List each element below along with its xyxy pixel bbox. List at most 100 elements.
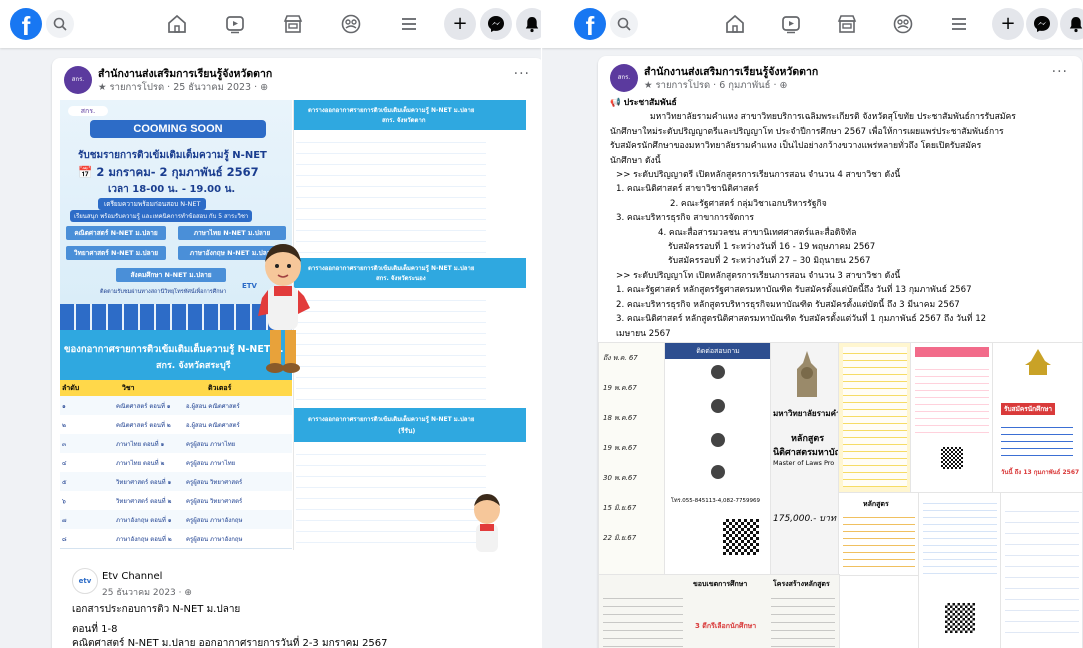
- post-line: 4. คณะสื่อสารมวลชน สาขานิเทศศาสตร์และสื่…: [658, 227, 857, 238]
- table-row: ๓ ภาษาไทย ตอนที่ ๑ ครูผู้สอน ภาษาไทย: [60, 434, 292, 454]
- shared-post-line-3: คณิตศาสตร์ N-NET ม.ปลาย ออกอากาศรายการวั…: [72, 638, 388, 648]
- schedule-grid: [843, 347, 907, 487]
- brochure-3-eng: Master of Laws Pro: [773, 459, 835, 467]
- post-line: 2. คณะบริหารธุรกิจ หลักสูตรบริหารธุรกิจม…: [616, 299, 960, 310]
- table-cell: ๘: [62, 536, 67, 543]
- shared-page-avatar[interactable]: etv: [72, 568, 98, 594]
- brochure-image-7[interactable]: หลักสูตร: [838, 492, 920, 576]
- table-cell: ครูผู้สอน ภาษาไทย: [186, 441, 236, 448]
- brochure-image-3[interactable]: มหาวิทยาลัยรามคำแหง หลักสูตร นิติศาสตรมห…: [770, 342, 840, 576]
- post-line: 2. คณะรัฐศาสตร์ กลุ่มวิชาเอกบริหารรัฐกิจ: [670, 198, 827, 209]
- brochure-image-6[interactable]: รับสมัครนักศึกษา วันนี้ ถึง 13 กุมภาพันธ…: [992, 342, 1082, 494]
- facebook-logo-icon[interactable]: f: [574, 8, 606, 40]
- brochure-4-title: หลักสูตร: [863, 500, 889, 508]
- table-cell: ครูผู้สอน วิทยาศาสตร์: [186, 479, 243, 486]
- brochure-image-2[interactable]: ติดต่อสอบถาม โทร.055-845113-4,082-775996…: [664, 342, 772, 576]
- table-row: ๔ ภาษาไทย ตอนที่ ๒ ครูผู้สอน ภาษาไทย: [60, 453, 292, 473]
- table-cell: ๒: [62, 422, 66, 429]
- post-line: รับสมัครรอบที่ 2 ระหว่างวันที่ 27 – 30 ม…: [668, 256, 871, 267]
- video-icon[interactable]: [780, 13, 802, 35]
- notification-icon[interactable]: [1060, 8, 1083, 40]
- brochure-image-4[interactable]: [838, 342, 912, 494]
- create-icon[interactable]: +: [444, 8, 476, 40]
- page-avatar[interactable]: สกร.: [64, 66, 92, 94]
- create-icon[interactable]: +: [992, 8, 1024, 40]
- marketplace-icon[interactable]: [282, 13, 304, 35]
- col-subject: วิชา: [122, 384, 135, 392]
- brochure-6-date: วันนี้ ถึง 13 กุมภาพันธ์ 2567: [1001, 469, 1080, 476]
- home-icon[interactable]: [724, 13, 746, 35]
- home-icon[interactable]: [166, 13, 188, 35]
- side-table-title: ตารางออกอากาศรายการติวเข้มเติมเต็มความรู…: [308, 265, 475, 272]
- brochure-7-sub: 3 ดีกรีเลือกนักศึกษา: [695, 622, 757, 630]
- brochure-3-fee: 175,000.- บาท: [773, 514, 836, 524]
- shared-page-name[interactable]: Etv Channel: [102, 571, 162, 582]
- table-cell: ๖: [62, 498, 66, 505]
- web-icon: [711, 399, 725, 413]
- subject-science: วิทยาศาสตร์ N-NET ม.ปลาย: [66, 246, 166, 260]
- poster-dates: 📅 2 มกราคม- 2 กุมภาพันธ์ 2567: [78, 165, 259, 179]
- table-cell: วิทยาศาสตร์ ตอนที่ ๑: [116, 479, 172, 486]
- email-icon: [711, 433, 725, 447]
- side-schedule-1[interactable]: ตารางออกอากาศรายการติวเข้มเติมเต็มความรู…: [293, 100, 526, 258]
- menu-icon[interactable]: [948, 13, 970, 35]
- post-options-icon[interactable]: ···: [514, 66, 530, 82]
- table-cell: ครูผู้สอน ภาษาอังกฤษ: [186, 517, 243, 524]
- brochure-8-text: [771, 591, 835, 648]
- table-cell: ๔: [62, 460, 67, 467]
- table-cell: วิทยาศาสตร์ ตอนที่ ๒: [116, 498, 172, 505]
- brochure-1-date: 30 พ.ค.67: [603, 474, 637, 482]
- notification-icon[interactable]: [516, 8, 541, 40]
- post-body-text: 📢 ประชาสัมพันธ์ มหาวิทยาลัยรามคำแหง สาขา…: [610, 96, 1016, 341]
- page-avatar[interactable]: สกร.: [610, 64, 638, 92]
- groups-icon[interactable]: [340, 13, 362, 35]
- qr-code: [941, 447, 963, 469]
- post-line: >> ระดับปริญญาโท เปิดหลักสูตรการเรียนการ…: [616, 270, 901, 281]
- groups-icon[interactable]: [892, 13, 914, 35]
- brochure-image-1[interactable]: ถึง พ.ค. 67 19 พ.ค.67 18 พ.ค.67 19 พ.ค.67 30…: [598, 342, 666, 576]
- table-row: ๘ ภาษาอังกฤษ ตอนที่ ๒ ครูผู้สอน ภาษาอังกฤษ: [60, 529, 292, 549]
- brochure-image-8[interactable]: [918, 492, 1002, 648]
- brochure-1-date: 15 มิ.ย.67: [603, 504, 637, 512]
- brochure-1-date: 19 พ.ค.67: [603, 384, 637, 392]
- table-cell: อ.ผู้สอน คณิตศาสตร์: [186, 422, 240, 429]
- marketplace-icon[interactable]: [836, 13, 858, 35]
- table-cell: ครูผู้สอน วิทยาศาสตร์: [186, 498, 243, 505]
- poster-info-2: เรียนสนุก พร้อมรับความรู้ และเทคนิคการทำ…: [70, 210, 253, 222]
- table-cell: อ.ผู้สอน คณิตศาสตร์: [186, 403, 240, 410]
- qr-code: [945, 603, 975, 633]
- poster-time: เวลา 18-00 น. - 19.00 น.: [108, 184, 236, 195]
- side-table-subtitle: สกร. จังหวัดระนอง: [376, 275, 426, 282]
- post-line: รับสมัครรอบที่ 1 ระหว่างวันที่ 16 - 19 พ…: [668, 242, 876, 253]
- pink-header: [915, 347, 989, 357]
- post-line: มหาวิทยาลัยรามคำแหง สาขาวิทยบริการเฉลิมพ…: [650, 112, 1016, 123]
- shared-post-date: 25 ธันวาคม 2023 · ⊕: [102, 588, 192, 598]
- video-icon[interactable]: [224, 13, 246, 35]
- brochure-image-5[interactable]: [910, 342, 994, 494]
- search-icon[interactable]: [610, 10, 638, 38]
- table-cell: คณิตศาสตร์ ตอนที่ ๒: [116, 422, 171, 429]
- side-schedule-2[interactable]: ตารางออกอากาศรายการติวเข้มเติมเต็มความรู…: [293, 258, 526, 408]
- table-cell: ภาษาอังกฤษ ตอนที่ ๒: [116, 536, 172, 543]
- side-table-title: ตารางออกอากาศรายการติวเข้มเติมเต็มความรู…: [308, 416, 475, 423]
- table-cell: ครูผู้สอน ภาษาอังกฤษ: [186, 536, 243, 543]
- brochure-7-text: [603, 591, 683, 648]
- brochure-6-text: [1001, 421, 1073, 457]
- brochure-3-sub: หลักสูตร: [791, 434, 825, 444]
- brochure-8-title: โครงสร้างหลักสูตร: [773, 580, 830, 588]
- schedule-grid: [915, 363, 989, 433]
- messenger-icon[interactable]: [1026, 8, 1058, 40]
- search-icon[interactable]: [46, 10, 74, 38]
- facebook-logo-icon[interactable]: f: [10, 8, 42, 40]
- menu-icon[interactable]: [398, 13, 420, 35]
- subject-social: สังคมศึกษา N-NET ม.ปลาย: [116, 268, 226, 282]
- messenger-icon[interactable]: [480, 8, 512, 40]
- side-table-title: ตารางออกอากาศรายการติวเข้มเติมเต็มความรู…: [308, 107, 475, 114]
- brochure-image-10[interactable]: ขอบเขตการศึกษา โครงสร้างหลักสูตร 3 ดีกรี…: [598, 574, 840, 648]
- brochure-image-9[interactable]: [1000, 492, 1082, 648]
- sorkor-logo: สกร.: [68, 106, 108, 116]
- post-options-icon[interactable]: ···: [1052, 64, 1068, 80]
- post-line: 3. คณะบริหารธุรกิจ สาขาการจัดการ: [616, 213, 754, 224]
- coming-soon-banner: COOMING SOON: [90, 120, 266, 138]
- qr-code: [723, 519, 759, 555]
